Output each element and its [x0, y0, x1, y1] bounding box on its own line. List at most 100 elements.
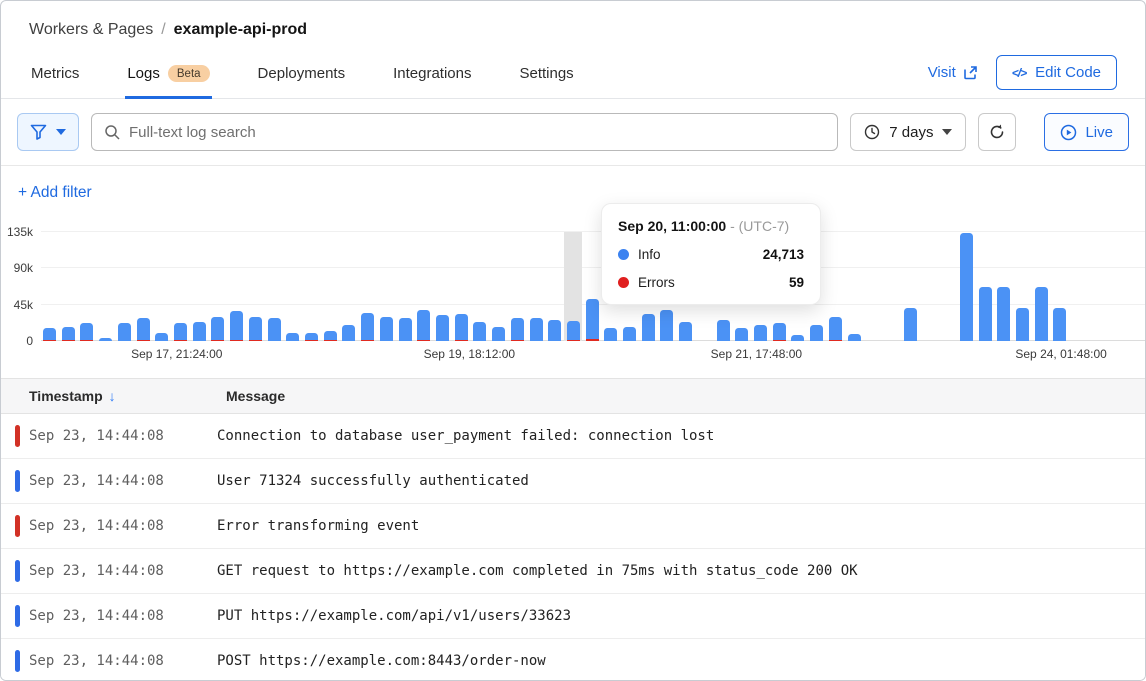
info-dot-icon: [618, 249, 629, 260]
tab-integrations[interactable]: Integrations: [391, 55, 473, 99]
chart-bar[interactable]: [228, 232, 247, 341]
chart-bar[interactable]: [471, 232, 490, 341]
refresh-icon: [988, 123, 1006, 141]
chart-bar[interactable]: [846, 232, 865, 341]
page-title: example-api-prod: [174, 21, 307, 39]
sort-descending-icon: ↓: [109, 388, 116, 404]
table-row[interactable]: Sep 23, 14:44:08POST https://example.com…: [1, 639, 1145, 681]
search-box: [91, 113, 838, 151]
external-link-icon: [963, 65, 978, 80]
log-table: Timestamp ↓ Message Sep 23, 14:44:08Conn…: [1, 378, 1145, 681]
chart-bar[interactable]: [415, 232, 434, 341]
tooltip-timezone: - (UTC-7): [730, 218, 789, 234]
live-button[interactable]: Live: [1044, 113, 1129, 151]
x-axis-tick: Sep 24, 01:48:00: [1015, 347, 1106, 361]
edit-code-button[interactable]: </> Edit Code: [996, 55, 1117, 90]
errors-count: 59: [789, 275, 804, 290]
time-range-button[interactable]: 7 days: [850, 113, 966, 151]
chart-bar[interactable]: [1051, 232, 1070, 341]
chart-bar[interactable]: [883, 232, 902, 341]
chart-bar[interactable]: [977, 232, 996, 341]
visit-link[interactable]: Visit: [928, 64, 978, 81]
breadcrumb: Workers & Pages / example-api-prod: [1, 1, 1145, 39]
chart-bar[interactable]: [172, 232, 191, 341]
funnel-icon: [30, 124, 47, 140]
chart-bar[interactable]: [247, 232, 266, 341]
log-timestamp: Sep 23, 14:44:08: [20, 428, 217, 444]
tab-metrics[interactable]: Metrics: [29, 55, 81, 99]
chart-bar[interactable]: [1126, 232, 1145, 341]
column-header-timestamp[interactable]: Timestamp ↓: [1, 388, 226, 404]
table-row[interactable]: Sep 23, 14:44:08Error transforming event: [1, 504, 1145, 549]
play-circle-icon: [1060, 124, 1077, 141]
chevron-down-icon: [942, 129, 952, 135]
chart-bar[interactable]: [116, 232, 135, 341]
chart-bar[interactable]: [60, 232, 79, 341]
table-row[interactable]: Sep 23, 14:44:08GET request to https://e…: [1, 549, 1145, 594]
table-row[interactable]: Sep 23, 14:44:08PUT https://example.com/…: [1, 594, 1145, 639]
chart-bar[interactable]: [864, 232, 883, 341]
chart-bar[interactable]: [266, 232, 285, 341]
chart-bar[interactable]: [359, 232, 378, 341]
chart-bar[interactable]: [1070, 232, 1089, 341]
breadcrumb-section[interactable]: Workers & Pages: [29, 21, 153, 39]
y-axis-tick: 45k: [1, 298, 33, 312]
chart-bar[interactable]: [958, 232, 977, 341]
chart-bar[interactable]: [322, 232, 341, 341]
chart-bar[interactable]: [509, 232, 528, 341]
chart-bar[interactable]: [528, 232, 547, 341]
chart-bar[interactable]: [434, 232, 453, 341]
chart-bar[interactable]: [1014, 232, 1033, 341]
chart-bar[interactable]: [41, 232, 60, 341]
chart-bar[interactable]: [191, 232, 210, 341]
refresh-button[interactable]: [978, 113, 1016, 151]
chart-bar[interactable]: [584, 232, 603, 341]
chart-bar[interactable]: [939, 232, 958, 341]
chart-bar[interactable]: [340, 232, 359, 341]
breadcrumb-separator: /: [161, 21, 165, 39]
log-message: Error transforming event: [217, 518, 419, 534]
chart-bar[interactable]: [78, 232, 97, 341]
chart-bar[interactable]: [97, 232, 116, 341]
log-volume-chart: 135k90k45k0Sep 17, 21:24:00Sep 19, 18:12…: [1, 222, 1145, 370]
chart-bar[interactable]: [1108, 232, 1127, 341]
chart-bar[interactable]: [565, 232, 584, 341]
chart-bar[interactable]: [995, 232, 1014, 341]
tab-deployments[interactable]: Deployments: [256, 55, 348, 99]
beta-badge: Beta: [168, 65, 210, 82]
chart-bar[interactable]: [397, 232, 416, 341]
chart-bar[interactable]: [920, 232, 939, 341]
log-timestamp: Sep 23, 14:44:08: [20, 653, 217, 669]
search-icon: [104, 124, 120, 140]
chart-bar[interactable]: [135, 232, 154, 341]
chart-bar[interactable]: [453, 232, 472, 341]
y-axis-tick: 90k: [1, 261, 33, 275]
add-filter-button[interactable]: + Add filter: [18, 184, 92, 201]
chart-bar[interactable]: [490, 232, 509, 341]
tab-settings[interactable]: Settings: [517, 55, 575, 99]
filter-button[interactable]: [17, 113, 79, 151]
table-row[interactable]: Sep 23, 14:44:08User 71324 successfully …: [1, 459, 1145, 504]
log-message: GET request to https://example.com compl…: [217, 563, 858, 579]
filter-toolbar: 7 days Live: [1, 99, 1145, 166]
tab-logs[interactable]: Logs Beta: [125, 55, 211, 99]
chart-bar[interactable]: [209, 232, 228, 341]
chart-bar[interactable]: [1089, 232, 1108, 341]
chart-bar[interactable]: [284, 232, 303, 341]
tooltip-info-row: Info 24,713: [618, 247, 804, 262]
table-row[interactable]: Sep 23, 14:44:08Connection to database u…: [1, 414, 1145, 459]
search-input[interactable]: [129, 124, 825, 141]
log-timestamp: Sep 23, 14:44:08: [20, 518, 217, 534]
chart-bar[interactable]: [902, 232, 921, 341]
chart-bar[interactable]: [827, 232, 846, 341]
chart-bar[interactable]: [1033, 232, 1052, 341]
chart-bar[interactable]: [546, 232, 565, 341]
log-message: POST https://example.com:8443/order-now: [217, 653, 546, 669]
chevron-down-icon: [56, 129, 66, 135]
chart-bar[interactable]: [303, 232, 322, 341]
chart-plot-area: [41, 232, 1145, 341]
y-axis-tick: 0: [1, 334, 33, 348]
chart-bar[interactable]: [153, 232, 172, 341]
log-timestamp: Sep 23, 14:44:08: [20, 563, 217, 579]
chart-bar[interactable]: [378, 232, 397, 341]
